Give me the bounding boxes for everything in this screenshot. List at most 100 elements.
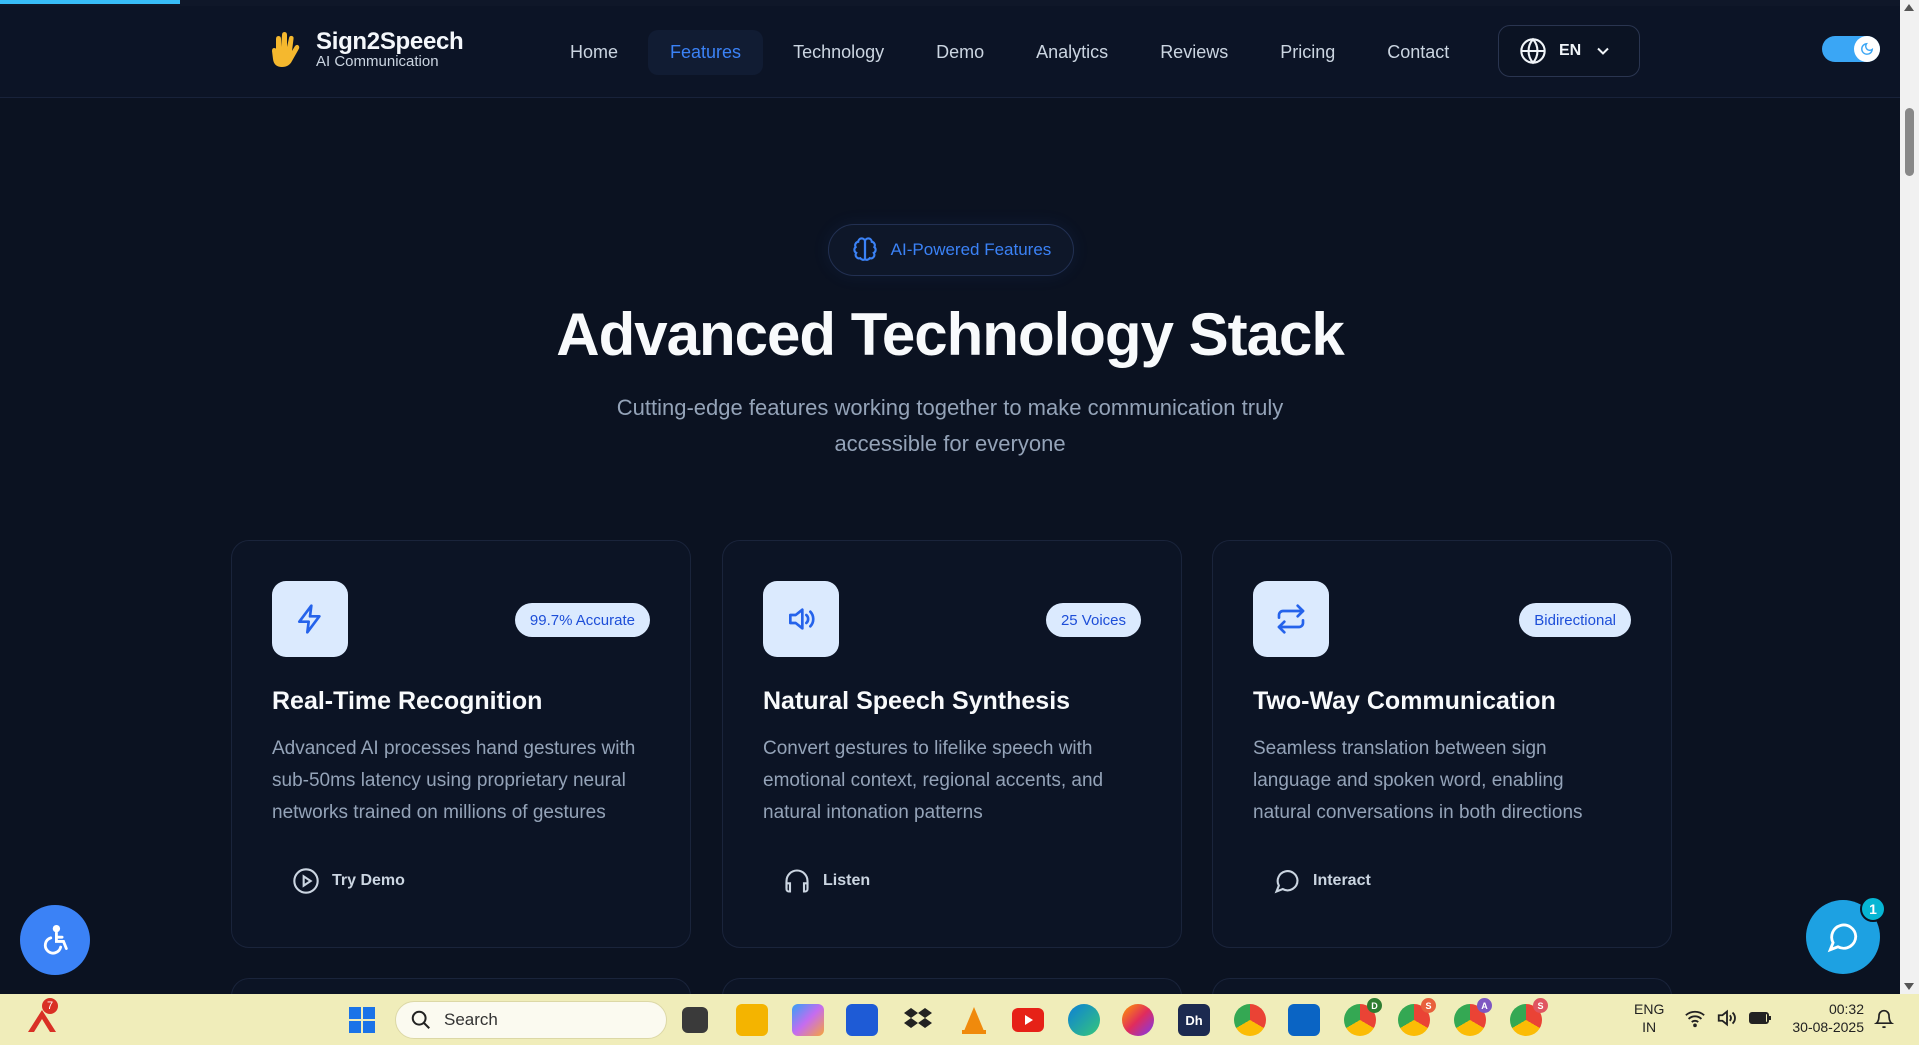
card-description: Seamless translation between sign langua… bbox=[1253, 733, 1653, 829]
microsoft-store-icon[interactable] bbox=[846, 1004, 878, 1036]
nav-features[interactable]: Features bbox=[648, 30, 764, 75]
nav-reviews[interactable]: Reviews bbox=[1138, 30, 1250, 75]
desc-line: networks trained on millions of gestures bbox=[272, 802, 606, 823]
brain-icon bbox=[853, 237, 877, 261]
chevron-down-icon bbox=[1597, 47, 1609, 55]
globe-icon bbox=[1520, 37, 1546, 65]
nav-contact[interactable]: Contact bbox=[1365, 30, 1471, 75]
play-circle-icon bbox=[293, 868, 319, 894]
scroll-up-arrow-icon[interactable] bbox=[1904, 4, 1914, 11]
section-subtitle: Cutting-edge features working together t… bbox=[590, 390, 1310, 462]
dropbox-icon[interactable] bbox=[902, 1004, 934, 1036]
chat-button[interactable]: 1 bbox=[1806, 896, 1886, 974]
nav-analytics[interactable]: Analytics bbox=[1014, 30, 1130, 75]
subtitle-line-1: Cutting-edge features working together t… bbox=[616, 395, 1284, 420]
subtitle-line-2: accessible for everyone bbox=[834, 431, 1066, 456]
features-pill: AI-Powered Features bbox=[828, 224, 1074, 276]
profile-badge: A bbox=[1477, 998, 1492, 1013]
chrome-profile-s-icon[interactable]: S bbox=[1398, 998, 1436, 1036]
vlc-icon[interactable] bbox=[958, 1004, 990, 1036]
chrome-icon[interactable] bbox=[1234, 1004, 1266, 1036]
interact-button[interactable]: Interact bbox=[1273, 867, 1371, 895]
nav-pricing[interactable]: Pricing bbox=[1258, 30, 1357, 75]
desc-line: sub-50ms latency using proprietary neura… bbox=[272, 770, 626, 791]
card-description: Convert gestures to lifelike speech with… bbox=[763, 733, 1163, 829]
windows-start-icon[interactable] bbox=[348, 1006, 376, 1034]
input-language-indicator[interactable]: ENG IN bbox=[1634, 1000, 1664, 1036]
repeat-icon bbox=[1253, 581, 1329, 657]
hand-gesture-icon bbox=[272, 32, 300, 67]
dh-app-icon[interactable]: Dh bbox=[1178, 1004, 1210, 1036]
nav-home[interactable]: Home bbox=[548, 30, 640, 75]
pill-label: AI-Powered Features bbox=[890, 240, 1052, 259]
wifi-icon bbox=[1685, 1010, 1705, 1028]
main-nav: Home Features Technology Demo Analytics … bbox=[548, 30, 1471, 75]
page-scrollbar[interactable] bbox=[1900, 0, 1919, 994]
feature-card-realtime: 99.7% Accurate Real-Time Recognition Adv… bbox=[231, 540, 691, 948]
lang-line-2: IN bbox=[1642, 1019, 1657, 1035]
chrome-profile-d-icon[interactable]: D bbox=[1344, 998, 1382, 1036]
taskbar-search-box[interactable]: Search bbox=[395, 1001, 667, 1039]
action-label: Listen bbox=[823, 872, 871, 889]
profile-badge: D bbox=[1367, 998, 1382, 1013]
desc-line: natural conversations in both directions bbox=[1253, 802, 1583, 823]
chrome-profile-a-icon[interactable]: A bbox=[1454, 998, 1492, 1036]
site-header: Sign2Speech AI Communication Home Featur… bbox=[0, 6, 1900, 98]
action-label: Interact bbox=[1313, 872, 1371, 889]
volume-icon bbox=[1717, 1009, 1736, 1027]
windows-taskbar: 7 Search Dh D S A S ENG IN 00:32 30-08-2… bbox=[0, 994, 1919, 1045]
desc-line: natural intonation patterns bbox=[763, 802, 983, 823]
accessibility-icon bbox=[43, 924, 68, 955]
desc-line: Advanced AI processes hand gestures with bbox=[272, 738, 636, 759]
profile-badge: S bbox=[1421, 998, 1436, 1013]
clock-time: 00:32 bbox=[1828, 1001, 1864, 1017]
system-tray[interactable] bbox=[1684, 1008, 1772, 1028]
copilot-icon[interactable] bbox=[792, 1004, 824, 1036]
task-view-icon[interactable] bbox=[682, 1007, 708, 1033]
youtube-icon[interactable] bbox=[1012, 1008, 1044, 1032]
card-title: Natural Speech Synthesis bbox=[763, 687, 1071, 715]
notification-bell-icon[interactable] bbox=[1874, 1008, 1894, 1030]
theme-toggle[interactable] bbox=[1822, 36, 1880, 62]
weather-badge: 7 bbox=[42, 998, 58, 1014]
feature-card-speech: 25 Voices Natural Speech Synthesis Conve… bbox=[722, 540, 1182, 948]
chrome-profile-s2-icon[interactable]: S bbox=[1510, 998, 1548, 1036]
chat-notification-badge: 1 bbox=[1860, 896, 1886, 922]
try-demo-button[interactable]: Try Demo bbox=[292, 867, 405, 895]
brand-subtitle: AI Communication bbox=[316, 53, 439, 70]
battery-icon bbox=[1749, 1012, 1771, 1024]
desc-line: Seamless translation between sign bbox=[1253, 738, 1547, 759]
language-label: EN bbox=[1559, 42, 1582, 59]
action-label: Try Demo bbox=[332, 872, 405, 889]
file-explorer-icon[interactable] bbox=[736, 1004, 768, 1036]
message-circle-icon bbox=[1274, 870, 1299, 894]
outlook-icon[interactable] bbox=[1288, 1004, 1320, 1036]
listen-button[interactable]: Listen bbox=[783, 867, 870, 895]
volume-icon bbox=[763, 581, 839, 657]
clock-date: 30-08-2025 bbox=[1792, 1019, 1864, 1035]
search-icon bbox=[411, 1010, 430, 1029]
voices-badge: 25 Voices bbox=[1045, 603, 1141, 637]
firefox-icon[interactable] bbox=[1122, 1004, 1154, 1036]
desc-line: Convert gestures to lifelike speech with bbox=[763, 738, 1093, 759]
profile-badge: S bbox=[1533, 998, 1548, 1013]
headphones-icon bbox=[785, 869, 809, 893]
moon-icon bbox=[1854, 36, 1880, 62]
feature-card-twoway: Bidirectional Two-Way Communication Seam… bbox=[1212, 540, 1672, 948]
brand-title: Sign2Speech bbox=[316, 28, 464, 55]
edge-icon[interactable] bbox=[1068, 1004, 1100, 1036]
desc-line: emotional context, regional accents, and bbox=[763, 770, 1104, 791]
nav-demo[interactable]: Demo bbox=[914, 30, 1006, 75]
card-title: Real-Time Recognition bbox=[272, 687, 543, 715]
brand-logo[interactable]: Sign2Speech AI Communication bbox=[268, 28, 464, 70]
accessibility-button[interactable] bbox=[20, 905, 90, 975]
scroll-thumb[interactable] bbox=[1905, 108, 1914, 176]
card-description: Advanced AI processes hand gestures with… bbox=[272, 733, 672, 829]
lang-line-1: ENG bbox=[1634, 1001, 1665, 1017]
scroll-down-arrow-icon[interactable] bbox=[1904, 983, 1914, 990]
accuracy-badge: 99.7% Accurate bbox=[514, 603, 650, 637]
language-selector[interactable]: EN bbox=[1498, 25, 1640, 77]
chat-bubble-icon bbox=[1827, 923, 1858, 953]
nav-technology[interactable]: Technology bbox=[771, 30, 906, 75]
system-clock[interactable]: 00:32 30-08-2025 bbox=[1784, 1000, 1864, 1036]
